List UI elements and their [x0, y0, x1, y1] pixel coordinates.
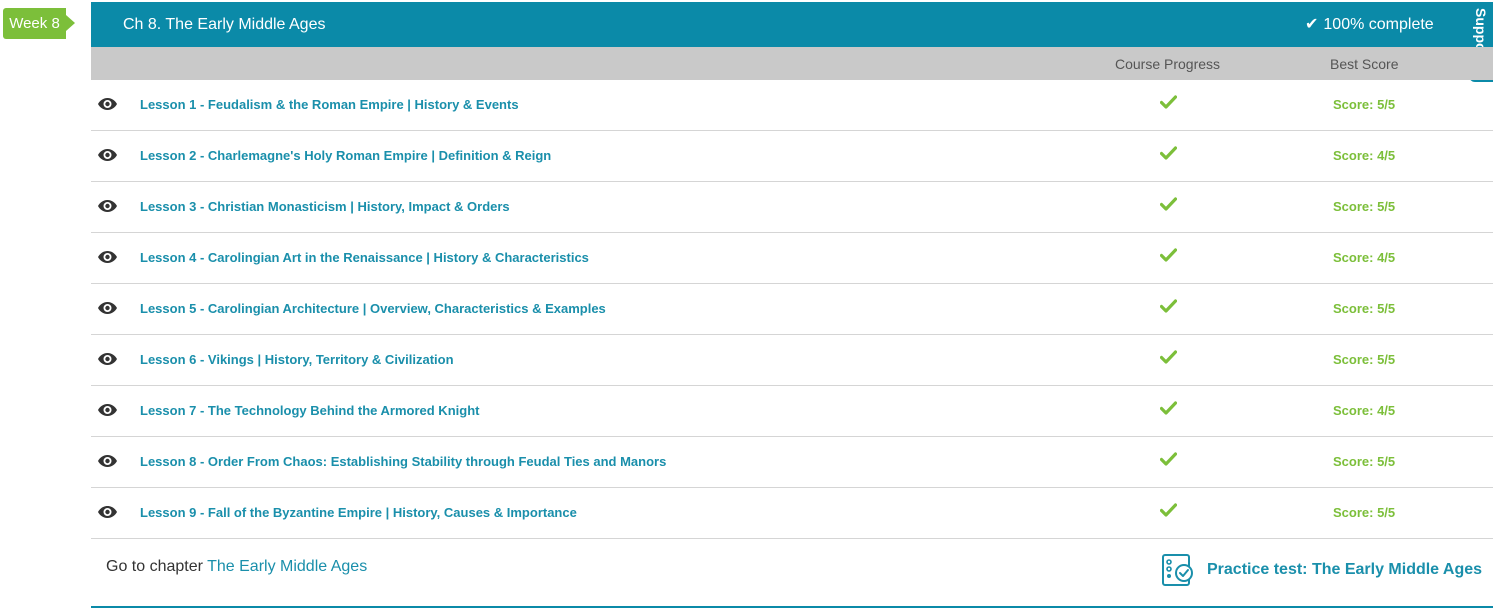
- practice-test-link[interactable]: Practice test: The Early Middle Ages: [1207, 553, 1482, 587]
- lesson-score: Score: 5/5: [1333, 454, 1396, 469]
- week-tag: Week 8: [3, 8, 75, 39]
- eye-icon[interactable]: [98, 98, 117, 110]
- checkmark-icon: [1160, 299, 1177, 313]
- chapter-header[interactable]: Ch 8. The Early Middle Ages ✔ 100% comple…: [91, 2, 1493, 82]
- lesson-link[interactable]: Lesson 5 - Carolingian Architecture | Ov…: [140, 284, 606, 334]
- eye-icon[interactable]: [98, 353, 117, 365]
- lesson-score: Score: 4/5: [1333, 148, 1396, 163]
- chapter-title[interactable]: Ch 8. The Early Middle Ages: [123, 2, 325, 47]
- chapter-panel: Ch 8. The Early Middle Ages ✔ 100% comple…: [91, 2, 1493, 608]
- lesson-link[interactable]: Lesson 7 - The Technology Behind the Arm…: [140, 386, 479, 436]
- lesson-list: Lesson 1 - Feudalism & the Roman Empire …: [91, 80, 1493, 539]
- lesson-row: Lesson 8 - Order From Chaos: Establishin…: [91, 437, 1493, 488]
- checkmark-icon: [1160, 95, 1177, 109]
- checkmark-icon: [1160, 503, 1177, 517]
- lesson-link[interactable]: Lesson 1 - Feudalism & the Roman Empire …: [140, 80, 519, 130]
- eye-icon[interactable]: [98, 200, 117, 212]
- eye-icon[interactable]: [98, 149, 117, 161]
- best-score-header: Best Score: [1330, 56, 1399, 72]
- column-header-row: Course Progress Best Score: [91, 47, 1493, 80]
- lesson-row: Lesson 4 - Carolingian Art in the Renais…: [91, 233, 1493, 284]
- completion-text: 100% complete: [1323, 16, 1434, 33]
- eye-icon[interactable]: [98, 506, 117, 518]
- lesson-row: Lesson 1 - Feudalism & the Roman Empire …: [91, 80, 1493, 131]
- checkmark-icon: [1160, 197, 1177, 211]
- lesson-link[interactable]: Lesson 6 - Vikings | History, Territory …: [140, 335, 454, 385]
- practice-test-icon[interactable]: [1161, 553, 1195, 587]
- checkmark-icon: [1160, 350, 1177, 364]
- checkmark-icon: [1160, 248, 1177, 262]
- lesson-row: Lesson 2 - Charlemagne's Holy Roman Empi…: [91, 131, 1493, 182]
- lesson-row: Lesson 5 - Carolingian Architecture | Ov…: [91, 284, 1493, 335]
- lesson-score: Score: 5/5: [1333, 199, 1396, 214]
- course-progress-header: Course Progress: [1115, 56, 1221, 72]
- lesson-row: Lesson 3 - Christian Monasticism | Histo…: [91, 182, 1493, 233]
- lesson-score: Score: 5/5: [1333, 505, 1396, 520]
- go-to-chapter: Go to chapter The Early Middle Ages: [106, 558, 367, 576]
- checkmark-icon: [1160, 452, 1177, 466]
- checkmark-icon: [1160, 401, 1177, 415]
- lesson-link[interactable]: Lesson 3 - Christian Monasticism | Histo…: [140, 182, 510, 232]
- checkmark-icon: ✔: [1305, 16, 1319, 33]
- eye-icon[interactable]: [98, 251, 117, 263]
- lesson-score: Score: 5/5: [1333, 352, 1396, 367]
- lesson-link[interactable]: Lesson 2 - Charlemagne's Holy Roman Empi…: [140, 131, 551, 181]
- eye-icon[interactable]: [98, 455, 117, 467]
- lesson-score: Score: 5/5: [1333, 97, 1396, 112]
- eye-icon[interactable]: [98, 404, 117, 416]
- eye-icon[interactable]: [98, 302, 117, 314]
- go-to-chapter-prefix: Go to chapter: [106, 558, 203, 575]
- lesson-score: Score: 4/5: [1333, 403, 1396, 418]
- lesson-row: Lesson 6 - Vikings | History, Territory …: [91, 335, 1493, 386]
- chapter-footer: Go to chapter The Early Middle Ages Prac…: [91, 539, 1493, 608]
- lesson-score: Score: 4/5: [1333, 250, 1396, 265]
- lesson-link[interactable]: Lesson 8 - Order From Chaos: Establishin…: [140, 437, 666, 487]
- lesson-row: Lesson 7 - The Technology Behind the Arm…: [91, 386, 1493, 437]
- go-to-chapter-link[interactable]: The Early Middle Ages: [207, 558, 367, 575]
- lesson-link[interactable]: Lesson 9 - Fall of the Byzantine Empire …: [140, 488, 577, 538]
- lesson-row: Lesson 9 - Fall of the Byzantine Empire …: [91, 488, 1493, 539]
- completion-status: ✔ 100% complete: [1305, 2, 1434, 47]
- lesson-link[interactable]: Lesson 4 - Carolingian Art in the Renais…: [140, 233, 589, 283]
- checkmark-icon: [1160, 146, 1177, 160]
- lesson-score: Score: 5/5: [1333, 301, 1396, 316]
